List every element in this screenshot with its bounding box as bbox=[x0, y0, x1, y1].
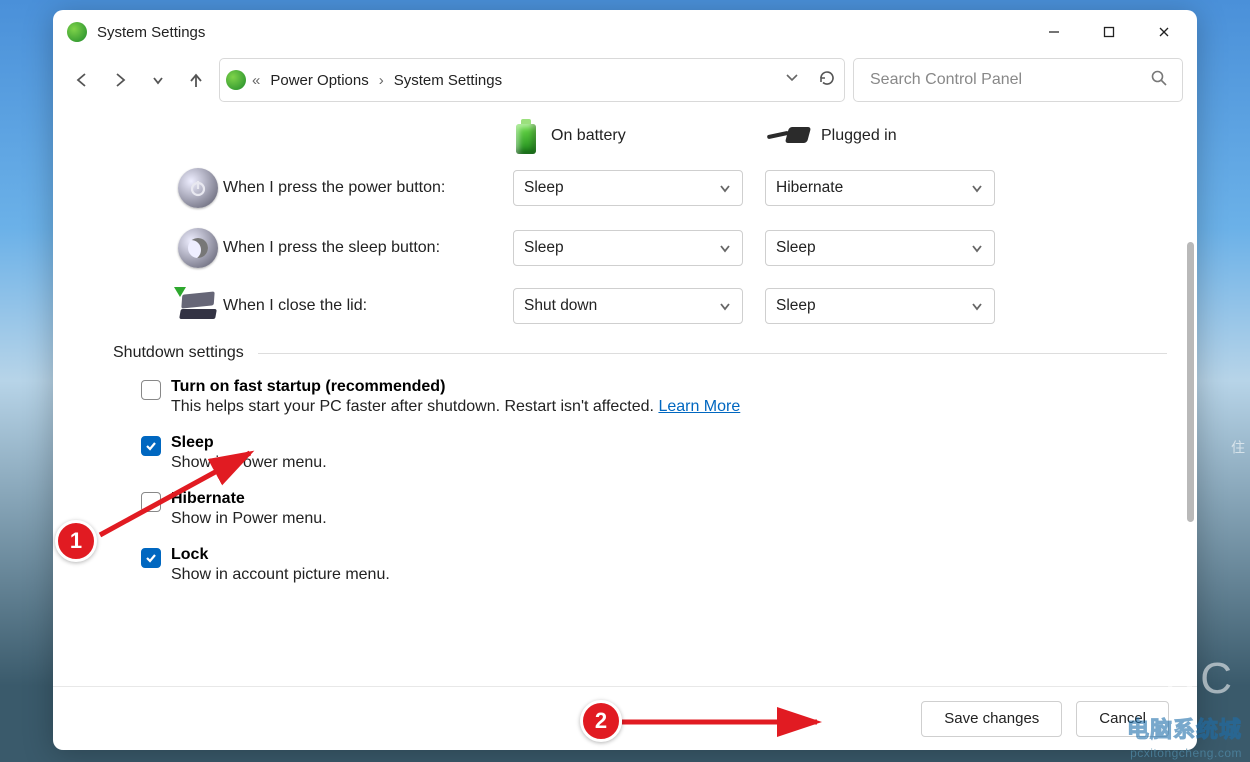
save-button[interactable]: Save changes bbox=[921, 701, 1062, 737]
watermark-side: 住 bbox=[1228, 440, 1248, 454]
check-sleep: Sleep Show in Power menu. bbox=[141, 434, 1167, 484]
column-headers: On battery Plugged in bbox=[513, 118, 1167, 154]
address-dropdown-icon[interactable] bbox=[784, 69, 800, 91]
window: System Settings « Power Options › System… bbox=[53, 10, 1197, 750]
check-hibernate-label: Hibernate bbox=[171, 490, 245, 507]
select-power-battery[interactable]: Sleep bbox=[513, 170, 743, 206]
select-lid-plugged[interactable]: Sleep bbox=[765, 288, 995, 324]
checkbox-sleep[interactable] bbox=[141, 436, 161, 456]
check-fast-startup-desc-text: This helps start your PC faster after sh… bbox=[171, 398, 654, 415]
plug-icon bbox=[765, 125, 809, 147]
search-icon[interactable] bbox=[1150, 69, 1168, 91]
forward-button[interactable] bbox=[105, 65, 135, 95]
section-shutdown-label: Shutdown settings bbox=[113, 344, 244, 362]
select-sleep-battery[interactable]: Sleep bbox=[513, 230, 743, 266]
checkbox-fast-startup[interactable] bbox=[141, 380, 161, 400]
power-icon bbox=[178, 168, 218, 208]
close-button[interactable] bbox=[1136, 14, 1191, 50]
checkbox-hibernate[interactable] bbox=[141, 492, 161, 512]
minimize-button[interactable] bbox=[1026, 14, 1081, 50]
check-sleep-label: Sleep bbox=[171, 434, 214, 451]
row-power-button-label: When I press the power button: bbox=[223, 179, 513, 197]
nav-row: « Power Options › System Settings bbox=[53, 54, 1197, 112]
chevron-right-icon: › bbox=[379, 72, 384, 89]
check-sleep-desc: Show in Power menu. bbox=[171, 454, 327, 472]
row-sleep-button: When I press the sleep button: Sleep Sle… bbox=[173, 228, 1167, 268]
lid-icon bbox=[176, 291, 220, 321]
row-sleep-button-label: When I press the sleep button: bbox=[223, 239, 513, 257]
header-plugged-in: Plugged in bbox=[765, 125, 995, 147]
battery-icon bbox=[513, 118, 539, 154]
refresh-icon[interactable] bbox=[818, 69, 836, 91]
content-area: On battery Plugged in When I press the p… bbox=[53, 112, 1197, 686]
select-lid-battery[interactable]: Shut down bbox=[513, 288, 743, 324]
learn-more-link[interactable]: Learn More bbox=[658, 398, 740, 415]
select-sleep-battery-value: Sleep bbox=[524, 239, 564, 257]
sleep-icon bbox=[178, 228, 218, 268]
check-fast-startup: Turn on fast startup (recommended) This … bbox=[141, 378, 1167, 428]
titlebar: System Settings bbox=[53, 10, 1197, 54]
recent-dropdown[interactable] bbox=[143, 65, 173, 95]
header-plugged-in-label: Plugged in bbox=[821, 127, 897, 145]
address-icon bbox=[226, 70, 246, 90]
select-power-plugged-value: Hibernate bbox=[776, 179, 843, 197]
check-lock: Lock Show in account picture menu. bbox=[141, 546, 1167, 596]
row-close-lid: When I close the lid: Shut down Sleep bbox=[173, 288, 1167, 324]
footer: Save changes Cancel bbox=[53, 686, 1197, 750]
breadcrumb-prefix: « bbox=[252, 72, 260, 89]
check-lock-label: Lock bbox=[171, 546, 208, 563]
select-lid-battery-value: Shut down bbox=[524, 297, 597, 315]
select-power-plugged[interactable]: Hibernate bbox=[765, 170, 995, 206]
select-lid-plugged-value: Sleep bbox=[776, 297, 816, 315]
back-button[interactable] bbox=[67, 65, 97, 95]
select-power-battery-value: Sleep bbox=[524, 179, 564, 197]
window-controls bbox=[1026, 14, 1191, 50]
section-shutdown-settings: Shutdown settings bbox=[113, 344, 1167, 362]
select-sleep-plugged[interactable]: Sleep bbox=[765, 230, 995, 266]
check-lock-desc: Show in account picture menu. bbox=[171, 566, 390, 584]
scrollbar-thumb[interactable] bbox=[1187, 242, 1194, 522]
breadcrumb-system-settings[interactable]: System Settings bbox=[390, 72, 506, 89]
row-power-button: When I press the power button: Sleep Hib… bbox=[173, 168, 1167, 208]
check-fast-startup-desc: This helps start your PC faster after sh… bbox=[171, 398, 740, 416]
app-icon bbox=[67, 22, 87, 42]
up-button[interactable] bbox=[181, 65, 211, 95]
window-title: System Settings bbox=[97, 24, 205, 41]
select-sleep-plugged-value: Sleep bbox=[776, 239, 816, 257]
check-hibernate: Hibernate Show in Power menu. bbox=[141, 490, 1167, 540]
search-box[interactable] bbox=[853, 58, 1183, 102]
address-bar[interactable]: « Power Options › System Settings bbox=[219, 58, 845, 102]
check-fast-startup-label: Turn on fast startup (recommended) bbox=[171, 378, 445, 395]
search-input[interactable] bbox=[868, 70, 1142, 90]
divider bbox=[258, 353, 1167, 354]
cancel-button[interactable]: Cancel bbox=[1076, 701, 1169, 737]
header-on-battery-label: On battery bbox=[551, 127, 626, 145]
row-close-lid-label: When I close the lid: bbox=[223, 297, 513, 315]
check-hibernate-desc: Show in Power menu. bbox=[171, 510, 327, 528]
checkbox-lock[interactable] bbox=[141, 548, 161, 568]
maximize-button[interactable] bbox=[1081, 14, 1136, 50]
breadcrumb-power-options[interactable]: Power Options bbox=[266, 72, 372, 89]
header-on-battery: On battery bbox=[513, 118, 743, 154]
